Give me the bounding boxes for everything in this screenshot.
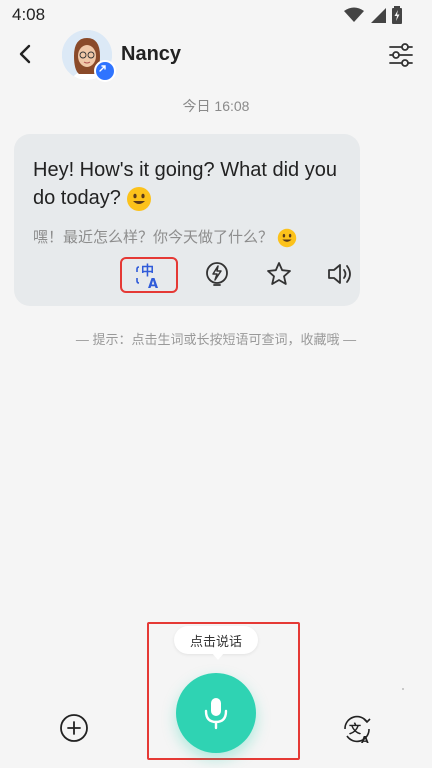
translate-icon: 中 A bbox=[136, 263, 158, 290]
message-timestamp: 今日 16:08 bbox=[182, 98, 250, 114]
mic-button[interactable] bbox=[176, 673, 256, 753]
speak-tooltip: 点击说话 bbox=[174, 626, 258, 660]
speak-tooltip-text: 点击说话 bbox=[189, 633, 242, 649]
svg-text:文: 文 bbox=[349, 721, 362, 736]
cellular-icon bbox=[371, 8, 386, 23]
favorite-button[interactable] bbox=[254, 254, 304, 294]
language-switch-icon[interactable]: 文 A bbox=[340, 712, 374, 746]
status-bar: 4:08 bbox=[0, 0, 432, 30]
svg-text:A: A bbox=[148, 277, 158, 290]
status-time: 4:08 bbox=[12, 5, 46, 24]
decorative-dot bbox=[402, 688, 404, 690]
lightning-icon bbox=[206, 262, 228, 286]
message-text-en[interactable]: Hey! How's it going? What did you do tod… bbox=[33, 156, 353, 212]
link-icon bbox=[99, 65, 106, 72]
smiley-emoji-icon-small bbox=[277, 228, 297, 248]
back-icon[interactable] bbox=[14, 42, 38, 66]
translate-button[interactable]: 中 A bbox=[120, 257, 178, 293]
plus-circle-icon[interactable] bbox=[58, 712, 90, 744]
microphone-icon bbox=[204, 698, 228, 730]
message-action-bar: 中 A bbox=[104, 254, 351, 298]
lightning-button[interactable] bbox=[192, 254, 242, 294]
contact-name: Nancy bbox=[121, 43, 182, 65]
star-icon bbox=[267, 262, 291, 285]
play-audio-button[interactable] bbox=[316, 254, 366, 294]
usage-hint: — 提示：点击生词或长按短语可查词，收藏哦 — bbox=[75, 332, 357, 347]
settings-sliders-icon[interactable] bbox=[388, 42, 414, 68]
chat-header: Nancy bbox=[0, 30, 432, 86]
battery-icon bbox=[392, 6, 402, 24]
wifi-icon bbox=[344, 7, 364, 22]
speaker-icon bbox=[328, 264, 351, 284]
message-bubble[interactable]: Hey! How's it going? What did you do tod… bbox=[14, 134, 360, 306]
message-english[interactable]: Hey! How's it going? What did you do tod… bbox=[33, 159, 337, 209]
message-translation-cn: 嘿！最近怎么样？你今天做了什么？ bbox=[33, 226, 353, 248]
avatar-link-badge bbox=[94, 60, 116, 82]
smiley-emoji-icon bbox=[127, 186, 152, 211]
svg-text:A: A bbox=[361, 735, 369, 746]
message-chinese: 嘿！最近怎么样？你今天做了什么？ bbox=[33, 229, 274, 246]
status-icons bbox=[344, 6, 402, 24]
